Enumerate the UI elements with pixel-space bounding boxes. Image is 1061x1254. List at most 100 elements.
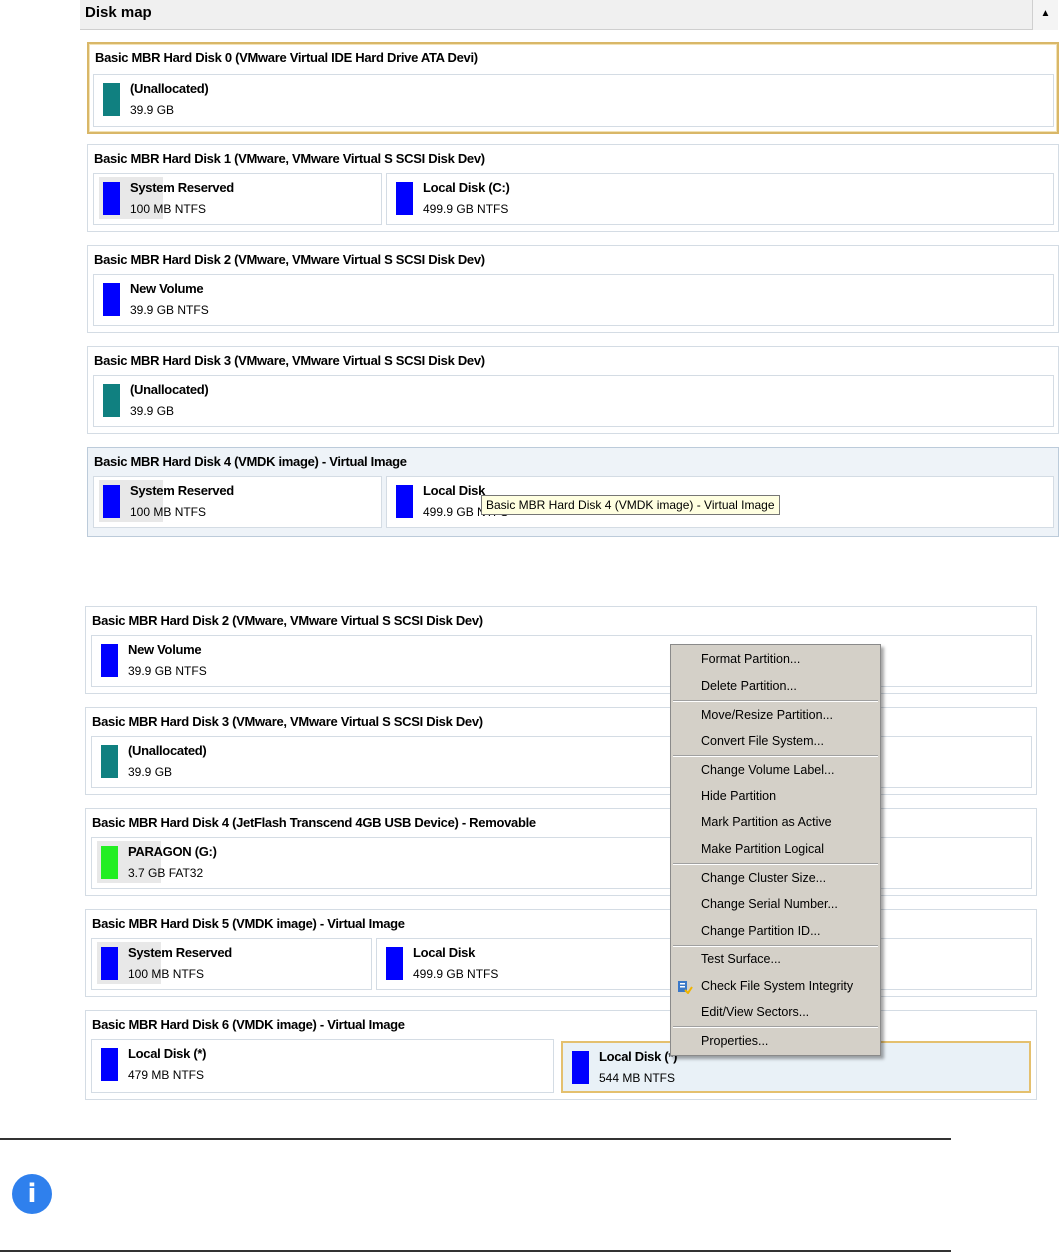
- disk-title: Basic MBR Hard Disk 3 (VMware, VMware Vi…: [92, 714, 483, 729]
- disk-title: Basic MBR Hard Disk 3 (VMware, VMware Vi…: [94, 353, 485, 368]
- partition-new-volume[interactable]: New Volume 39.9 GB NTFS: [93, 274, 1054, 326]
- disk-tooltip: Basic MBR Hard Disk 4 (VMDK image) - Vir…: [481, 495, 780, 515]
- disk-2[interactable]: Basic MBR Hard Disk 2 (VMware, VMware Vi…: [87, 245, 1059, 333]
- partition-name: New Volume: [130, 281, 204, 296]
- check-file-system-icon: [678, 981, 693, 994]
- partition-unallocated[interactable]: (Unallocated) 39.9 GB: [93, 74, 1054, 127]
- disk-title: Basic MBR Hard Disk 1 (VMware, VMware Vi…: [94, 151, 485, 166]
- menu-item-make-partition-logical[interactable]: Make Partition Logical: [701, 842, 824, 856]
- disk-6[interactable]: Basic MBR Hard Disk 6 (VMDK image) - Vir…: [85, 1010, 1037, 1100]
- partition-color-bar: [101, 745, 118, 778]
- partition-name: Local Disk: [413, 945, 476, 960]
- menu-item-delete-partition[interactable]: Delete Partition...: [701, 679, 797, 693]
- menu-item-test-surface[interactable]: Test Surface...: [701, 952, 781, 966]
- partition-new-volume[interactable]: New Volume 39.9 GB NTFS: [91, 635, 1032, 687]
- partition-unallocated[interactable]: (Unallocated) 39.9 GB: [91, 736, 1032, 788]
- partition-info: 39.9 GB NTFS: [130, 303, 209, 317]
- partition-system-reserved[interactable]: System Reserved 100 MB NTFS: [93, 173, 382, 225]
- menu-item-change-partition-id[interactable]: Change Partition ID...: [701, 924, 821, 938]
- menu-separator: [673, 755, 878, 757]
- partition-name: Local Disk (*): [599, 1049, 678, 1064]
- partition-color-bar: [103, 83, 120, 116]
- collapse-arrow-icon[interactable]: ▲: [1032, 0, 1058, 30]
- info-icon: i: [12, 1174, 52, 1214]
- menu-item-edit-view-sectors[interactable]: Edit/View Sectors...: [701, 1005, 809, 1019]
- menu-separator: [673, 1026, 878, 1028]
- partition-name: (Unallocated): [130, 81, 209, 96]
- menu-separator: [673, 700, 878, 702]
- partition-color-bar: [101, 947, 118, 980]
- partition-name: (Unallocated): [130, 382, 209, 397]
- partition-name: Local Disk (*): [128, 1046, 207, 1061]
- menu-item-hide-partition[interactable]: Hide Partition: [701, 789, 776, 803]
- partition-color-bar: [103, 283, 120, 316]
- partition-name: System Reserved: [128, 945, 232, 960]
- partition-color-bar: [396, 182, 413, 215]
- partition-color-bar: [101, 846, 118, 879]
- menu-item-change-volume-label[interactable]: Change Volume Label...: [701, 763, 834, 777]
- menu-item-format-partition[interactable]: Format Partition...: [701, 652, 800, 666]
- menu-item-move-resize-partition[interactable]: Move/Resize Partition...: [701, 708, 833, 722]
- partition-name: (Unallocated): [128, 743, 207, 758]
- disk-title: Basic MBR Hard Disk 4 (JetFlash Transcen…: [92, 815, 536, 830]
- partition-info: 499.9 GB NTFS: [423, 202, 509, 216]
- disk-1[interactable]: Basic MBR Hard Disk 1 (VMware, VMware Vi…: [87, 144, 1059, 232]
- partition-context-menu: Format Partition... Delete Partition... …: [670, 644, 881, 1056]
- partition-info: 39.9 GB: [130, 404, 175, 418]
- disk-title: Basic MBR Hard Disk 4 (VMDK image) - Vir…: [94, 454, 407, 469]
- menu-item-change-serial-number[interactable]: Change Serial Number...: [701, 897, 838, 911]
- disk-3[interactable]: Basic MBR Hard Disk 3 (VMware, VMware Vi…: [85, 707, 1037, 795]
- partition-color-bar: [572, 1051, 589, 1084]
- disk-4[interactable]: Basic MBR Hard Disk 4 (VMDK image) - Vir…: [87, 447, 1059, 537]
- divider-bottom: [0, 1250, 951, 1252]
- partition-info: 39.9 GB NTFS: [128, 664, 207, 678]
- partition-info: 39.9 GB: [128, 765, 173, 779]
- menu-separator: [673, 945, 878, 947]
- partition-color-bar: [101, 1048, 118, 1081]
- disk-title: Basic MBR Hard Disk 2 (VMware, VMware Vi…: [92, 613, 483, 628]
- menu-item-check-file-system[interactable]: Check File System Integrity: [701, 979, 853, 993]
- partition-name: PARAGON (G:): [128, 844, 217, 859]
- disk-4-removable[interactable]: Basic MBR Hard Disk 4 (JetFlash Transcen…: [85, 808, 1037, 896]
- partition-color-bar: [386, 947, 403, 980]
- disk-title: Basic MBR Hard Disk 5 (VMDK image) - Vir…: [92, 916, 405, 931]
- partition-name: System Reserved: [130, 483, 234, 498]
- partition-info: 499.9 GB NTFS: [413, 967, 499, 981]
- menu-item-change-cluster-size[interactable]: Change Cluster Size...: [701, 871, 826, 885]
- partition-paragon-g[interactable]: PARAGON (G:) 3.7 GB FAT32: [91, 837, 1032, 889]
- partition-info: 544 MB NTFS: [599, 1071, 676, 1085]
- disk-2[interactable]: Basic MBR Hard Disk 2 (VMware, VMware Vi…: [85, 606, 1037, 694]
- partition-info: 100 MB NTFS: [130, 505, 207, 519]
- partition-info: 100 MB NTFS: [128, 967, 205, 981]
- partition-system-reserved[interactable]: System Reserved 100 MB NTFS: [93, 476, 382, 528]
- partition-color-bar: [103, 182, 120, 215]
- partition-color-bar: [103, 485, 120, 518]
- menu-item-properties[interactable]: Properties...: [701, 1034, 768, 1048]
- partition-name: Local Disk (C:): [423, 180, 510, 195]
- partition-unallocated[interactable]: (Unallocated) 39.9 GB: [93, 375, 1054, 427]
- partition-local-disk-c[interactable]: Local Disk (C:) 499.9 GB NTFS: [386, 173, 1054, 225]
- partition-color-bar: [103, 384, 120, 417]
- partition-name: Local Disk: [423, 483, 486, 498]
- partition-color-bar: [101, 644, 118, 677]
- menu-item-mark-partition-active[interactable]: Mark Partition as Active: [701, 815, 832, 829]
- disk-5[interactable]: Basic MBR Hard Disk 5 (VMDK image) - Vir…: [85, 909, 1037, 997]
- partition-system-reserved[interactable]: System Reserved 100 MB NTFS: [91, 938, 372, 990]
- partition-name: New Volume: [128, 642, 202, 657]
- menu-separator: [673, 863, 878, 865]
- disk-0[interactable]: Basic MBR Hard Disk 0 (VMware Virtual ID…: [87, 42, 1059, 134]
- disk-map-header: Disk map ▲: [80, 0, 1058, 30]
- partition-info: 3.7 GB FAT32: [128, 866, 204, 880]
- partition-color-bar: [396, 485, 413, 518]
- partition-name: System Reserved: [130, 180, 234, 195]
- disk-title: Basic MBR Hard Disk 0 (VMware Virtual ID…: [95, 50, 478, 65]
- partition-info: 100 MB NTFS: [130, 202, 207, 216]
- disk-3[interactable]: Basic MBR Hard Disk 3 (VMware, VMware Vi…: [87, 346, 1059, 434]
- partition-local-disk-star-1[interactable]: Local Disk (*) 479 MB NTFS: [91, 1039, 554, 1093]
- partition-info: 479 MB NTFS: [128, 1068, 205, 1082]
- menu-item-convert-file-system[interactable]: Convert File System...: [701, 734, 824, 748]
- divider-top: [0, 1138, 951, 1140]
- disk-title: Basic MBR Hard Disk 6 (VMDK image) - Vir…: [92, 1017, 405, 1032]
- disk-title: Basic MBR Hard Disk 2 (VMware, VMware Vi…: [94, 252, 485, 267]
- partition-info: 39.9 GB: [130, 103, 175, 117]
